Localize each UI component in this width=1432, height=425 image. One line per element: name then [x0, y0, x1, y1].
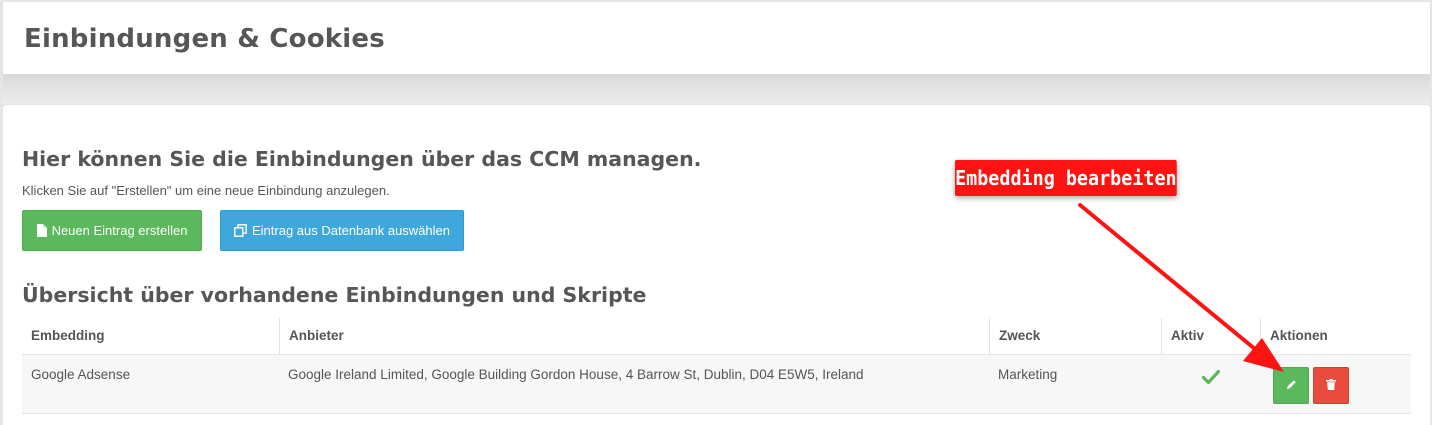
main-card: Hier können Sie die Einbindungen über da… — [3, 105, 1430, 425]
copy-icon — [234, 224, 247, 237]
cell-embedding: Google Adsense — [31, 367, 131, 382]
embeddings-table: Embedding Anbieter Zweck Aktiv Aktionen … — [22, 318, 1411, 414]
table-row: Google Adsense Google Ireland Limited, G… — [22, 355, 1411, 414]
cell-provider: Google Ireland Limited, Google Building … — [288, 367, 864, 382]
select-from-database-label: Eintrag aus Datenbank auswählen — [251, 223, 451, 238]
overview-heading: Übersicht über vorhandene Einbindungen u… — [22, 283, 647, 307]
active-check-icon — [1201, 369, 1221, 389]
page-title: Einbindungen & Cookies — [24, 24, 385, 54]
column-header-embedding[interactable]: Embedding — [22, 318, 279, 354]
header-shadow-band — [3, 74, 1430, 104]
pencil-icon — [1286, 377, 1297, 395]
select-from-database-button[interactable]: Eintrag aus Datenbank auswählen — [220, 210, 464, 251]
help-text: Klicken Sie auf "Erstellen" um eine neue… — [22, 183, 390, 198]
delete-embedding-button[interactable] — [1313, 367, 1349, 404]
create-entry-label: Neuen Eintrag erstellen — [51, 223, 188, 238]
edit-embedding-button[interactable] — [1273, 367, 1309, 404]
annotation-callout: Embedding bearbeiten — [955, 160, 1177, 196]
trash-icon — [1326, 377, 1336, 395]
cell-purpose: Marketing — [998, 367, 1058, 382]
column-header-provider[interactable]: Anbieter — [279, 318, 989, 354]
column-header-actions: Aktionen — [1260, 318, 1411, 354]
column-header-active[interactable]: Aktiv — [1161, 318, 1260, 354]
table-header: Embedding Anbieter Zweck Aktiv Aktionen — [22, 318, 1411, 355]
column-header-purpose[interactable]: Zweck — [989, 318, 1161, 354]
section-heading: Hier können Sie die Einbindungen über da… — [22, 147, 702, 171]
page-header: Einbindungen & Cookies — [3, 2, 1430, 74]
file-icon — [36, 224, 47, 237]
create-entry-button[interactable]: Neuen Eintrag erstellen — [22, 210, 202, 251]
